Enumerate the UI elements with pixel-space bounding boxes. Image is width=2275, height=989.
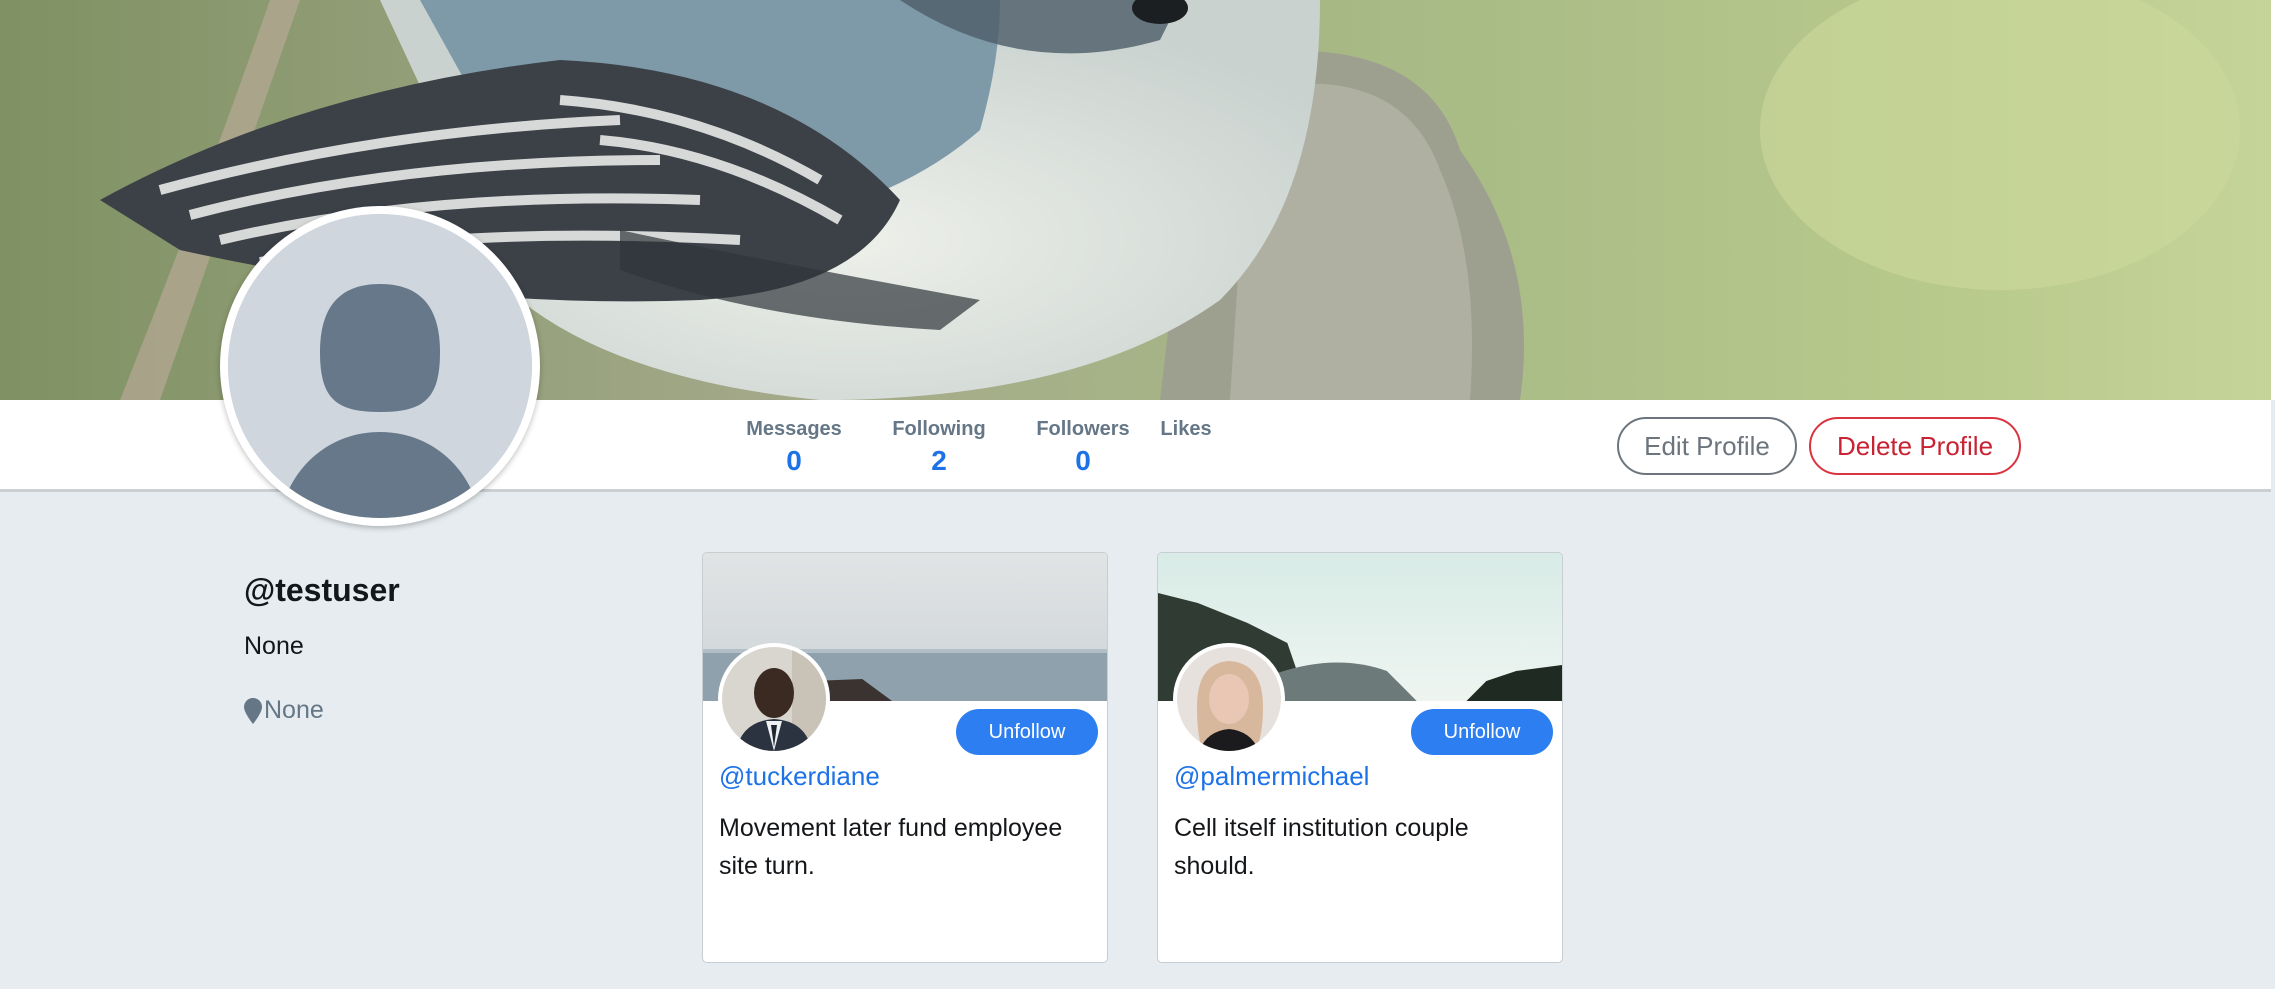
stat-messages[interactable]: Messages 0 [724, 418, 864, 477]
stat-following-label: Following [892, 418, 986, 440]
edit-profile-button[interactable]: Edit Profile [1617, 417, 1797, 475]
user-bio: Cell itself institution couple should. [1174, 814, 1469, 880]
user-handle-link[interactable]: @palmermichael [1174, 761, 1369, 792]
user-avatar[interactable] [1173, 643, 1285, 755]
stat-messages-label: Messages [746, 418, 842, 440]
unfollow-button[interactable]: Unfollow [1411, 709, 1553, 755]
profile-location: None [244, 696, 324, 725]
following-card: Unfollow @tuckerdiane Movement later fun… [702, 552, 1108, 963]
profile-location-text: None [264, 696, 324, 724]
stat-followers[interactable]: Followers 0 [1013, 418, 1153, 477]
stat-followers-label: Followers [1036, 418, 1130, 440]
stat-messages-value: 0 [786, 445, 802, 476]
stat-likes-label: Likes [1160, 418, 1212, 440]
profile-avatar [220, 206, 540, 526]
stat-followers-value: 0 [1075, 445, 1091, 476]
stat-following[interactable]: Following 2 [869, 418, 1009, 477]
user-handle-link[interactable]: @tuckerdiane [719, 761, 880, 792]
profile-username: @testuser [244, 572, 400, 608]
stat-likes[interactable]: Likes [1146, 418, 1226, 445]
map-pin-icon [244, 697, 262, 724]
stat-following-value: 2 [931, 445, 947, 476]
user-avatar[interactable] [718, 643, 830, 755]
delete-profile-button[interactable]: Delete Profile [1809, 417, 2021, 475]
unfollow-button[interactable]: Unfollow [956, 709, 1098, 755]
default-user-icon [228, 214, 532, 518]
user-bio: Movement later fund employee site turn. [719, 814, 1063, 880]
following-card: Unfollow @palmermichael Cell itself inst… [1157, 552, 1563, 963]
profile-bio: None [244, 632, 304, 660]
